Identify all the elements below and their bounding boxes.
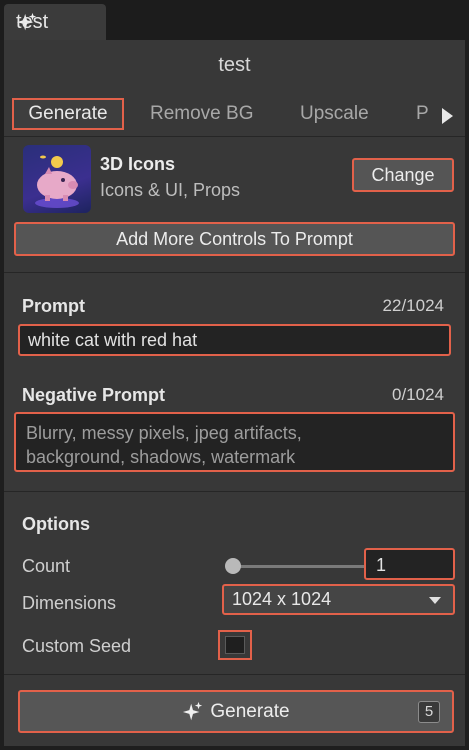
negative-prompt-counter: 0/1024 [392,385,444,404]
sparkle-icon [183,701,203,720]
negative-prompt-label: Negative Prompt [22,385,166,405]
tabs-scroll-right-icon[interactable] [442,108,453,124]
prompt-counter: 22/1024 [382,296,444,315]
negative-prompt-placeholder-line1: Blurry, messy pixels, jpeg artifacts, [26,423,302,443]
model-name: 3D Icons [100,154,176,174]
divider [4,491,465,492]
tab-generate[interactable]: Generate [12,98,124,130]
tab-more[interactable]: P [416,98,429,130]
tab-upscale[interactable]: Upscale [300,98,369,130]
model-thumbnail [23,145,91,213]
prompt-label: Prompt [22,296,85,316]
dimensions-value: 1024 x 1024 [232,589,332,609]
dimensions-label: Dimensions [22,593,117,613]
change-model-label: Change [371,164,435,185]
panel-title: test [218,54,251,76]
prompt-input[interactable]: white cat with red hat [18,324,451,356]
dimensions-dropdown[interactable]: 1024 x 1024 [222,584,455,615]
window-tab[interactable]: test [4,4,106,41]
custom-seed-label: Custom Seed [22,636,132,656]
options-heading: Options [22,514,90,534]
negative-prompt-input[interactable]: Blurry, messy pixels, jpeg artifacts, ba… [14,412,455,472]
generator-panel: test Generate Remove BG Upscale P 3D Ico… [4,40,465,746]
divider [4,272,465,273]
count-label: Count [22,556,71,576]
count-slider-handle[interactable] [225,558,241,574]
chevron-down-icon [429,597,441,604]
generate-button[interactable]: Generate 5 [18,690,454,733]
count-slider-track[interactable] [232,565,364,568]
custom-seed-highlight [218,630,252,660]
model-tags: Icons & UI, Props [100,180,241,200]
window-tab-label: test [16,11,49,33]
add-controls-label: Add More Controls To Prompt [116,228,353,249]
prompt-value: white cat with red hat [28,330,198,350]
count-input[interactable]: 1 [364,548,455,580]
piggy-bank-icon [35,155,79,208]
custom-seed-checkbox[interactable] [225,636,245,654]
add-controls-button[interactable]: Add More Controls To Prompt [14,222,455,256]
divider [4,674,465,675]
negative-prompt-placeholder-line2: background, shadows, watermark [26,447,296,467]
change-model-button[interactable]: Change [352,158,454,192]
count-value: 1 [376,555,387,575]
generate-cost-badge: 5 [418,701,440,723]
tab-remove-bg[interactable]: Remove BG [150,98,253,130]
divider [4,136,465,137]
window-tabbar: test [0,0,469,41]
generate-label: Generate [210,700,290,722]
subtabs-bar: Generate Remove BG Upscale P [4,92,465,134]
